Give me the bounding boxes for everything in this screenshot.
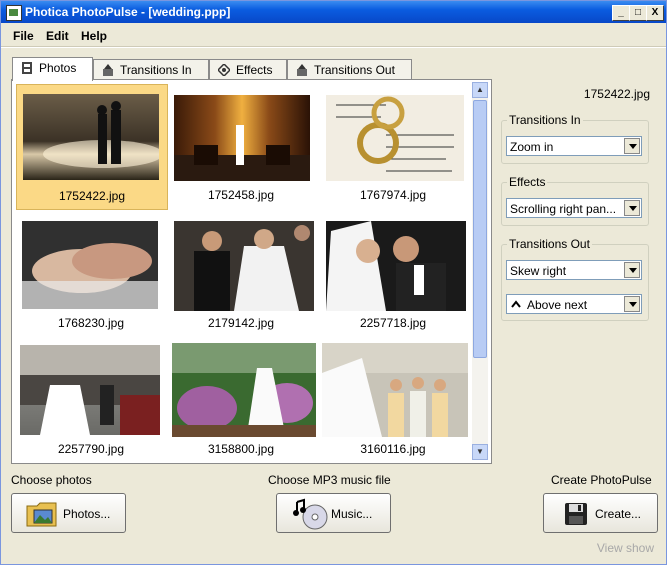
- photo-thumbnail: [172, 343, 316, 437]
- photo-thumbnail: [322, 343, 468, 437]
- photo-panel: 1752422.jpg 1752458.jpg 1767974.jpg 1768…: [11, 79, 492, 464]
- group-label: Effects: [507, 175, 548, 189]
- select-value: Skew right: [510, 264, 567, 278]
- tab-label: Photos: [39, 61, 77, 75]
- photo-tile[interactable]: 1752458.jpg: [166, 84, 316, 208]
- selected-filename: 1752422.jpg: [583, 87, 650, 101]
- select-value: Scrolling right pan...: [510, 202, 617, 216]
- chevron-up-icon: [511, 300, 521, 308]
- app-window: Photica PhotoPulse - [wedding.ppp] _ □ X…: [0, 0, 667, 565]
- wedding-dance: [194, 225, 310, 311]
- window-title: Photica PhotoPulse - [wedding.ppp]: [25, 5, 231, 19]
- create-photopulse-label: Create PhotoPulse: [551, 473, 652, 487]
- tab-photos[interactable]: Photos: [12, 57, 93, 81]
- photo-filename: 1768230.jpg: [57, 316, 125, 330]
- scroll-up-icon[interactable]: ▲: [472, 82, 488, 98]
- photo-filename: 2179142.jpg: [207, 316, 275, 330]
- photo-tile[interactable]: 2179142.jpg: [166, 210, 316, 334]
- photo-thumbnail: [174, 95, 310, 181]
- choose-music-label: Choose MP3 music file: [268, 473, 391, 487]
- photo-tile[interactable]: 3160116.jpg: [318, 336, 468, 460]
- transitions-in-select[interactable]: Zoom in: [506, 136, 642, 156]
- photo-thumbnail: [22, 221, 158, 309]
- tab-transitions-out[interactable]: Transitions Out: [287, 59, 412, 80]
- chevron-down-icon[interactable]: [624, 200, 640, 216]
- view-show-link[interactable]: View show: [597, 541, 654, 555]
- chevron-down-icon[interactable]: [624, 262, 640, 278]
- garden-bride: [172, 343, 316, 437]
- effects-icon: [218, 64, 230, 76]
- photo-grid: 1752422.jpg 1752458.jpg 1767974.jpg 1768…: [14, 82, 472, 460]
- maximize-button[interactable]: □: [629, 5, 647, 21]
- couple-silhouette: [43, 101, 159, 168]
- photo-tile-selected[interactable]: 1752422.jpg: [16, 84, 168, 210]
- photo-filename: 3158800.jpg: [207, 442, 275, 456]
- photo-tile[interactable]: 3158800.jpg: [166, 336, 316, 460]
- transitions-out-position-select[interactable]: Above next: [506, 294, 642, 314]
- bride-with-bridesmaids: [322, 343, 468, 437]
- button-label: Photos...: [63, 507, 111, 521]
- tab-label: Transitions Out: [314, 63, 395, 77]
- photo-filename: 3160116.jpg: [360, 442, 426, 456]
- rings-on-text: [336, 96, 454, 172]
- transitions-in-group: Transitions In Zoom in: [501, 113, 649, 164]
- photo-thumbnail: [174, 221, 314, 311]
- photo-tile[interactable]: 1768230.jpg: [16, 210, 166, 334]
- title-bar: Photica PhotoPulse - [wedding.ppp] _ □ X: [1, 1, 666, 23]
- photo-thumbnail: [23, 94, 159, 180]
- group-label: Transitions Out: [507, 237, 592, 251]
- menu-file[interactable]: File: [13, 29, 34, 43]
- effects-select[interactable]: Scrolling right pan...: [506, 198, 642, 218]
- select-value: Above next: [527, 298, 588, 312]
- film-icon: [22, 62, 32, 74]
- tab-transitions-in[interactable]: Transitions In: [93, 59, 209, 80]
- create-button[interactable]: Create...: [543, 493, 658, 533]
- fountain-crowd: [20, 345, 160, 435]
- minimize-button[interactable]: _: [612, 5, 630, 21]
- select-value: Zoom in: [510, 140, 554, 154]
- menu-divider: [1, 46, 666, 48]
- choose-photos-label: Choose photos: [11, 473, 92, 487]
- photo-thumbnail: [326, 95, 464, 181]
- button-label: Music...: [331, 507, 373, 521]
- transition-out-icon: [297, 64, 307, 76]
- close-button[interactable]: X: [646, 5, 664, 21]
- menu-bar: File Edit Help: [1, 25, 666, 45]
- photo-thumbnail: [20, 345, 160, 435]
- chevron-down-icon[interactable]: [624, 296, 640, 312]
- photo-filename: 2257718.jpg: [359, 316, 427, 330]
- group-label: Transitions In: [507, 113, 583, 127]
- photo-tile[interactable]: 2257718.jpg: [318, 210, 468, 334]
- photo-filename: 1767974.jpg: [359, 188, 427, 202]
- scrollbar-thumb[interactable]: [473, 100, 487, 358]
- app-icon: [6, 5, 22, 21]
- couple-kiss: [326, 221, 446, 311]
- effects-group: Effects Scrolling right pan...: [501, 175, 649, 226]
- photo-filename: 1752422.jpg: [58, 189, 126, 203]
- menu-help[interactable]: Help: [81, 29, 107, 43]
- button-label: Create...: [595, 507, 642, 521]
- chevron-down-icon[interactable]: [624, 138, 640, 154]
- scroll-down-icon[interactable]: ▼: [472, 444, 488, 460]
- save-disk-icon: [565, 503, 587, 525]
- transitions-out-select[interactable]: Skew right: [506, 260, 642, 280]
- photos-button[interactable]: Photos...: [11, 493, 126, 533]
- transitions-out-group: Transitions Out Skew right Above next: [501, 237, 649, 321]
- photo-thumbnail: [326, 221, 466, 311]
- music-button[interactable]: Music...: [276, 493, 391, 533]
- tab-effects[interactable]: Effects: [209, 59, 287, 80]
- photo-filename: 2257790.jpg: [57, 442, 125, 456]
- vertical-scrollbar[interactable]: ▲ ▼: [472, 82, 488, 460]
- tab-label: Effects: [236, 63, 273, 77]
- music-cd-icon: [293, 498, 328, 530]
- tab-label: Transitions In: [120, 63, 192, 77]
- hands-with-rings: [22, 221, 158, 309]
- church-interior: [174, 125, 310, 181]
- photo-folder-icon: [26, 502, 57, 527]
- photo-tile[interactable]: 1767974.jpg: [318, 84, 468, 208]
- menu-edit[interactable]: Edit: [46, 29, 69, 43]
- transition-in-icon: [103, 64, 113, 76]
- photo-tile[interactable]: 2257790.jpg: [16, 336, 166, 460]
- photo-filename: 1752458.jpg: [207, 188, 275, 202]
